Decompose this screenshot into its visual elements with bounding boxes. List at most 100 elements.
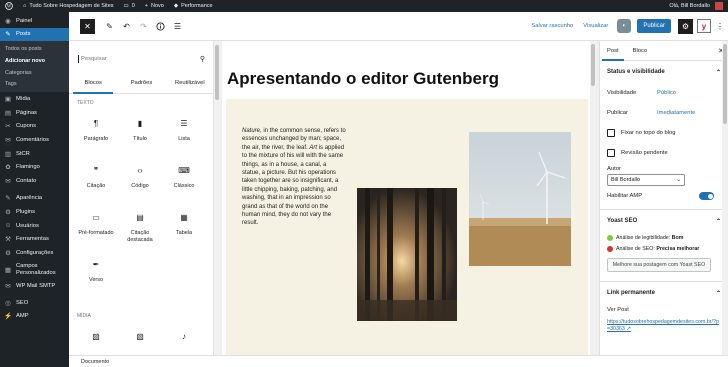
status-panel-toggle[interactable]: Status e visibilidade ⌃: [600, 61, 728, 83]
sidebar-item-contact[interactable]: ✉ Contato: [0, 174, 69, 188]
block-heading[interactable]: ▮ Título: [118, 111, 162, 158]
seo-label: Análise de SEO:: [616, 245, 655, 252]
permalink-panel-toggle[interactable]: Link permanente ⌃: [600, 282, 728, 304]
block-audio[interactable]: ♪: [162, 324, 206, 355]
block-preformatted[interactable]: ▭ Pré-formatado: [74, 205, 118, 252]
sidebar-item-custom-fields[interactable]: ▦ Campos Personalizados: [0, 260, 69, 280]
block-table[interactable]: ▦ Tabela: [162, 205, 206, 252]
undo-button[interactable]: ↶: [119, 19, 134, 34]
more-options-button[interactable]: ⋮: [715, 22, 725, 31]
publish-button[interactable]: Publicar: [637, 19, 671, 33]
scrollbar-thumb[interactable]: [723, 44, 727, 124]
tab-patterns[interactable]: Padrões: [117, 73, 165, 93]
sticky-row[interactable]: Fixar no topo do blog: [600, 123, 728, 143]
category-title-media: Mídia: [77, 313, 91, 319]
sidebar-item-settings[interactable]: ⚙ Configurações: [0, 246, 69, 260]
chevron-up-icon: ⌃: [715, 69, 721, 76]
comments-link[interactable]: ▭ 0: [119, 3, 140, 9]
submenu-add-new[interactable]: Adicionar novo: [0, 55, 69, 67]
account-menu[interactable]: Olá, Bill Bordallo: [664, 2, 728, 10]
editor-canvas: Apresentando o editor Gutenberg Nature, …: [222, 41, 590, 355]
inserter-scrollbar[interactable]: [214, 41, 220, 355]
breadcrumb[interactable]: Documento: [81, 359, 109, 365]
close-icon: ✕: [84, 21, 91, 31]
pending-review-checkbox[interactable]: [607, 149, 615, 157]
sidebar-item-pages[interactable]: ▤ Páginas: [0, 106, 69, 120]
block-gallery[interactable]: ▧: [118, 324, 162, 355]
search-input[interactable]: [78, 54, 188, 63]
redo-button[interactable]: ↷: [136, 19, 151, 34]
sidebar-item-flamingo[interactable]: ✿ Flamingo: [0, 160, 69, 174]
block-label: Código: [131, 183, 149, 189]
pending-row[interactable]: Revisão pendente: [600, 143, 728, 163]
sidebar-item-label: Posts: [16, 31, 31, 38]
author-select[interactable]: Bill Bordallo ⌄: [607, 174, 685, 186]
site-name-label: Tudo Sobre Hospedagem de Sites: [29, 3, 114, 9]
close-inserter-button[interactable]: ✕: [80, 18, 95, 34]
wind-turbine-image[interactable]: [469, 132, 571, 266]
block-paragraph[interactable]: ¶ Parágrafo: [74, 111, 118, 158]
preview-button[interactable]: Visualizar: [583, 23, 608, 29]
media-text-block[interactable]: Nature, in the common sense, refers to e…: [226, 99, 588, 355]
permalink-link[interactable]: https://tudosobrehospedagemdesites.com.b…: [600, 319, 728, 333]
save-draft-button[interactable]: Salvar rascunho: [531, 23, 573, 29]
performance-link[interactable]: ◆ Performance: [169, 3, 218, 9]
performance-check-button[interactable]: ◐: [617, 19, 632, 33]
tab-blocks[interactable]: Blocos: [69, 73, 117, 94]
list-view-button[interactable]: ☰: [170, 19, 185, 34]
users-icon: ☺: [4, 222, 12, 230]
block-classic[interactable]: ⌨ Clássico: [162, 158, 206, 205]
settings-button[interactable]: ⚙: [678, 18, 693, 34]
block-image[interactable]: ▨: [74, 324, 118, 355]
submenu-categories[interactable]: Categorias: [0, 67, 69, 79]
block-quote[interactable]: ❞ Citação: [74, 158, 118, 205]
pullquote-icon: ▤: [136, 213, 144, 222]
wordpress-logo-icon[interactable]: W: [0, 2, 18, 10]
visibility-value-link[interactable]: Público: [657, 90, 676, 96]
site-name-link[interactable]: ⌂ Tudo Sobre Hospedagem de Sites: [18, 3, 119, 9]
forest-image[interactable]: [357, 188, 457, 321]
sidebar-item-stcr[interactable]: ▥ StCR: [0, 147, 69, 161]
yoast-button[interactable]: y: [697, 19, 711, 33]
posts-submenu: Todos os posts Adicionar novo Categorias…: [0, 41, 69, 93]
sidebar-item-posts[interactable]: ✎ Posts: [0, 27, 69, 42]
amp-toggle[interactable]: [699, 192, 714, 200]
scrollbar-thumb[interactable]: [591, 44, 595, 86]
sidebar-item-media[interactable]: ▣ Mídia: [0, 92, 69, 106]
sidebar-item-coupons[interactable]: ✂ Cupons: [0, 120, 69, 134]
yoast-panel-toggle[interactable]: Yoast SEO ⌃: [600, 210, 728, 232]
tools-button[interactable]: ✎: [102, 19, 117, 34]
tab-post[interactable]: Post: [600, 41, 626, 61]
sidebar-item-comments[interactable]: ✉ Comentários: [0, 133, 69, 147]
sidebar-item-amp[interactable]: ⚡ AMP: [0, 310, 69, 324]
sidebar-item-tools[interactable]: ⚒ Ferramentas: [0, 232, 69, 246]
sidebar-item-seo[interactable]: ◎ SEO: [0, 296, 69, 310]
publish-date-link[interactable]: Imediatamente: [657, 110, 695, 116]
tab-reusable[interactable]: Reutilizável: [166, 73, 213, 93]
sticky-checkbox[interactable]: [607, 129, 615, 137]
sidebar-item-dashboard[interactable]: ◉ Painel: [0, 14, 69, 28]
block-code[interactable]: ‹› Código: [118, 158, 162, 205]
settings-scrollbar[interactable]: [722, 41, 728, 355]
mail-icon: ✉: [5, 283, 11, 291]
pages-icon: ▤: [4, 109, 12, 117]
permalink-url: https://tudosobrehospedagemdesites.com.b…: [607, 319, 719, 332]
block-list[interactable]: ☰ Lista: [162, 111, 206, 158]
submenu-all-posts[interactable]: Todos os posts: [0, 43, 69, 55]
post-title[interactable]: Apresentando o editor Gutenberg: [227, 69, 499, 89]
yoast-improve-button[interactable]: Melhore sua postagem com Yoast SEO: [607, 258, 711, 272]
canvas-scrollbar[interactable]: [590, 41, 596, 355]
tab-block[interactable]: Bloco: [626, 41, 655, 60]
sidebar-item-users[interactable]: ☺ Usuários: [0, 219, 69, 233]
scrollbar-thumb[interactable]: [215, 45, 219, 100]
sidebar-item-wp-mail-smtp[interactable]: ✉ WP Mail SMTP: [0, 280, 69, 294]
settings-sidebar: Post Bloco ✕ Status e visibilidade ⌃ Vis…: [599, 41, 728, 355]
new-content-link[interactable]: + Novo: [140, 3, 169, 9]
sidebar-item-appearance[interactable]: ✎ Aparência: [0, 192, 69, 206]
block-verse[interactable]: ✒ Verso: [74, 252, 118, 299]
sidebar-item-plugins[interactable]: ⚙ Plugins: [0, 205, 69, 219]
submenu-tags[interactable]: Tags: [0, 79, 69, 91]
block-pullquote[interactable]: ▤ Citação destacada: [118, 205, 162, 252]
details-button[interactable]: [153, 19, 168, 34]
paragraph-block[interactable]: Nature, in the common sense, refers to e…: [242, 127, 346, 228]
